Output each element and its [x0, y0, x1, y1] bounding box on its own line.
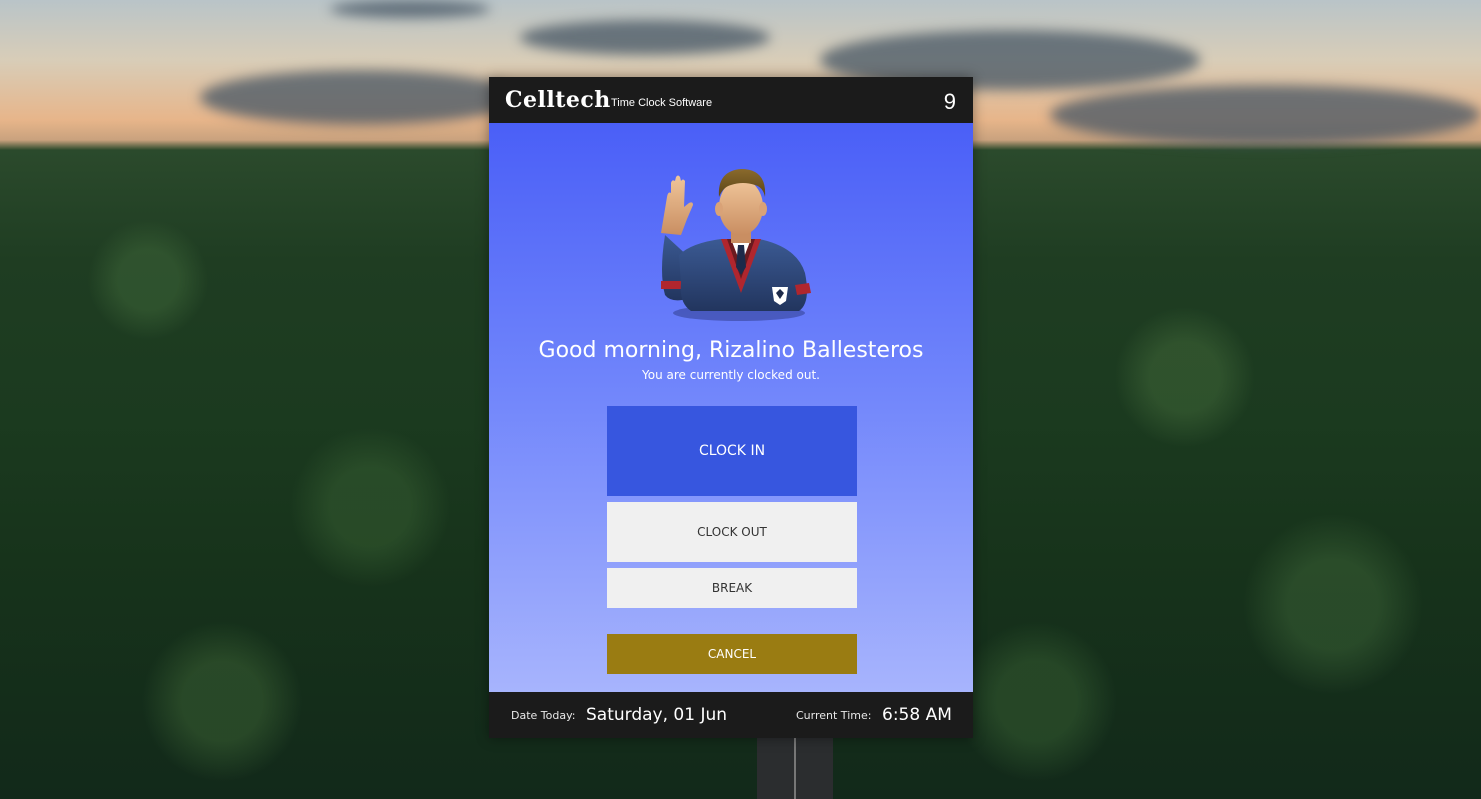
road-center-line — [794, 738, 796, 799]
clock-out-button[interactable]: CLOCK OUT — [607, 502, 857, 562]
date-label: Date Today: — [511, 709, 576, 722]
clock-in-button[interactable]: CLOCK IN — [607, 406, 857, 496]
footer-bar: Date Today: Saturday, 01 Jun Current Tim… — [489, 692, 973, 738]
cloud-shape — [200, 70, 520, 125]
cloud-shape — [1050, 85, 1481, 145]
header-number: 9 — [943, 89, 956, 114]
time-label: Current Time: — [796, 709, 872, 722]
brand-logo: Celltech — [505, 87, 611, 113]
cancel-button[interactable]: CANCEL — [607, 634, 857, 674]
break-button[interactable]: BREAK — [607, 568, 857, 608]
waving-employee-avatar-icon — [651, 163, 813, 323]
clock-status-text: You are currently clocked out. — [642, 368, 820, 382]
header-bar: Celltech Time Clock Software 9 — [489, 77, 973, 123]
time-clock-panel: Celltech Time Clock Software 9 Good morn… — [489, 77, 973, 738]
clock-body: Good morning, Rizalino Ballesteros You a… — [489, 123, 973, 692]
cloud-shape — [520, 20, 770, 55]
brand-subtitle: Time Clock Software — [611, 97, 713, 109]
date-value: Saturday, 01 Jun — [586, 705, 728, 725]
greeting-text: Good morning, Rizalino Ballesteros — [538, 338, 924, 363]
cloud-shape — [330, 0, 490, 18]
time-value: 6:58 AM — [882, 705, 952, 725]
